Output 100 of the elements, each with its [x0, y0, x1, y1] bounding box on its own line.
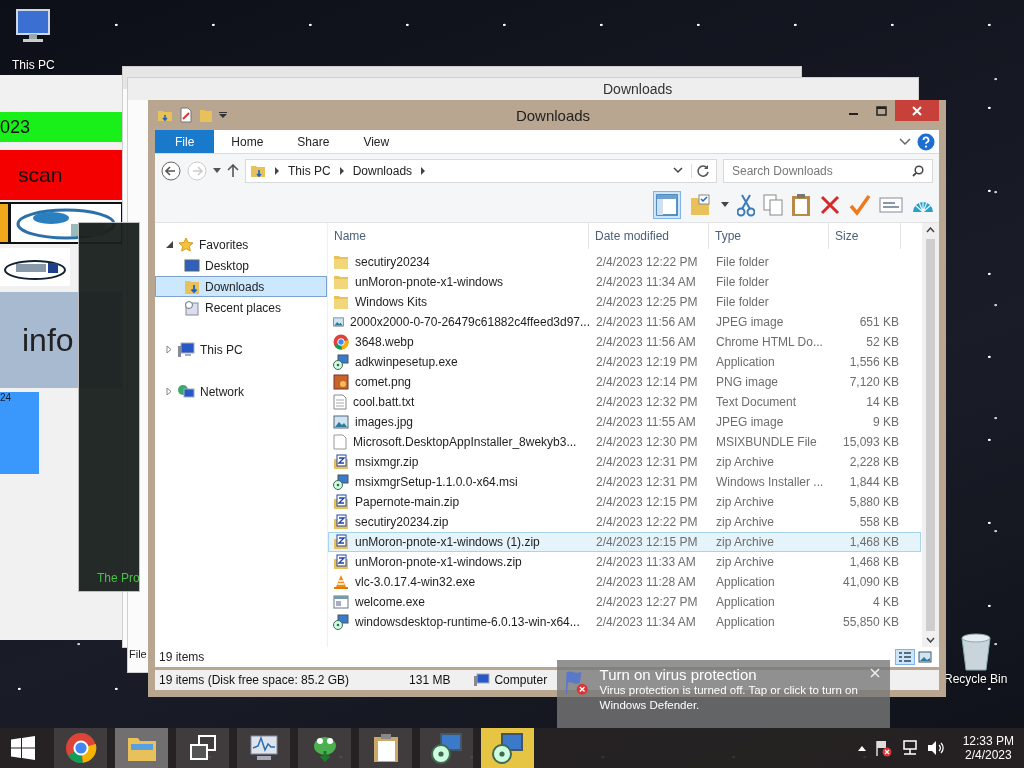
date-cell-text: 2/4/2023 11:33 AM — [595, 555, 697, 569]
nav-item[interactable]: Downloads — [155, 276, 327, 297]
network-icon[interactable] — [900, 740, 919, 756]
scroll-thumb[interactable] — [926, 239, 935, 631]
nav-item[interactable]: Recent places — [155, 297, 327, 318]
show-hidden-icons-icon[interactable] — [856, 744, 867, 752]
chevron-down-icon[interactable] — [673, 167, 683, 175]
file-row[interactable]: cool.batt.txt 2/4/2023 12:32 PM Text Document 14 KB — [328, 392, 921, 412]
close-button[interactable] — [895, 100, 939, 121]
size-cell-text: 5,880 KB — [848, 495, 900, 509]
file-row[interactable]: secutiry20234 2/4/2023 12:22 PM File folder — [328, 252, 921, 272]
column-header[interactable]: Type — [709, 223, 829, 249]
file-row[interactable]: 3648.webp 2/4/2023 11:56 AM Chrome HTML Do... 52 KB — [328, 332, 921, 352]
file-row[interactable]: unMoron-pnote-x1-windows.zip 2/4/2023 11:33 AM zip Archive 1,468 KB — [328, 552, 921, 572]
file-row[interactable]: msixmgrSetup-1.1.0.0-x64.msi 2/4/2023 12:31 PM Windows Installer ... 1,844 KB — [328, 472, 921, 492]
file-row[interactable]: unMoron-pnote-x1-windows (1).zip 2/4/2023 12:15 PM zip Archive 1,468 KB — [328, 532, 921, 552]
taskbar-button[interactable] — [420, 728, 473, 768]
details-view-button[interactable] — [895, 649, 915, 665]
nav-item[interactable]: This PC — [155, 339, 327, 360]
flag-warning-icon[interactable] — [874, 739, 893, 757]
dropdown-icon[interactable] — [213, 168, 221, 174]
file-row[interactable]: Windows Kits 2/4/2023 12:25 PM File folder — [328, 292, 921, 312]
folder-check-icon[interactable] — [689, 193, 713, 217]
taskbar-button[interactable] — [298, 728, 351, 768]
properties-icon[interactable] — [879, 196, 903, 214]
thumbnails-view-button[interactable] — [915, 649, 935, 665]
scrollbar[interactable] — [922, 223, 939, 647]
column-header[interactable]: Name — [328, 223, 589, 249]
file-row[interactable]: msixmgr.zip 2/4/2023 12:31 PM zip Archive 2,228 KB — [328, 452, 921, 472]
dropdown-icon[interactable] — [721, 202, 729, 208]
up-arrow-icon[interactable] — [227, 164, 239, 178]
chevron-right-icon — [274, 167, 280, 175]
size-cell-text: 52 KB — [865, 335, 900, 349]
search-field[interactable]: Search Downloads — [723, 159, 933, 183]
file-row[interactable]: 2000x2000-0-70-26479c61882c4ffeed3d97... 2/4/2023 11:56 AM JPEG image 651 KB — [328, 312, 921, 332]
address-bar[interactable]: This PC Downloads — [245, 159, 717, 183]
item-count: 19 items — [159, 650, 205, 664]
scan-button[interactable]: scan — [0, 150, 125, 200]
file-row[interactable]: adkwinpesetup.exe 2/4/2023 12:19 PM Application 1,556 KB — [328, 352, 921, 372]
file-row[interactable]: Microsoft.DesktopAppInstaller_8wekyb3... 2/4/2023 12:30 PM MSIXBUNDLE File 15,093 KB — [328, 432, 921, 452]
checkmark-icon[interactable] — [849, 194, 871, 216]
help-icon[interactable] — [917, 132, 935, 151]
preview-pane-button[interactable] — [653, 191, 681, 219]
close-icon[interactable] — [870, 668, 880, 678]
breadcrumb[interactable]: Downloads — [352, 164, 413, 178]
ribbon-tab[interactable]: File — [155, 130, 215, 153]
document-icon[interactable] — [179, 107, 193, 123]
date-cell-text: 2/4/2023 12:32 PM — [595, 395, 699, 409]
ribbon-tab[interactable]: View — [346, 130, 407, 153]
ribbon-tab[interactable]: Home — [214, 130, 281, 153]
type-cell-text: Application — [715, 595, 776, 609]
column-header[interactable]: Date modified — [589, 223, 709, 249]
file-name: windowsdesktop-runtime-6.0.13-win-x64... — [355, 615, 580, 629]
scroll-up-icon — [926, 227, 935, 233]
ribbon-tab[interactable]: Share — [280, 130, 347, 153]
chevron-icon[interactable] — [899, 137, 911, 146]
file-row[interactable]: images.jpg 2/4/2023 11:55 AM JPEG image 9 KB — [328, 412, 921, 432]
clock[interactable]: 12:33 PM 2/4/2023 — [962, 734, 1014, 762]
file-row[interactable]: vlc-3.0.17.4-win32.exe 2/4/2023 11:28 AM Application 41,090 KB — [328, 572, 921, 592]
breadcrumb[interactable]: This PC — [288, 164, 331, 178]
list-icon — [898, 651, 912, 663]
image-file-icon — [333, 374, 349, 390]
taskbar-button[interactable] — [54, 728, 107, 768]
zip-archive-icon — [333, 514, 349, 530]
file-row[interactable]: welcome.exe 2/4/2023 12:27 PM Application 4 KB — [328, 592, 921, 612]
app-tile[interactable] — [0, 204, 8, 242]
taskbar-button[interactable] — [481, 728, 534, 768]
date-cell-text: 2/4/2023 12:31 PM — [595, 475, 699, 489]
desktop-icon[interactable]: This PC — [12, 8, 55, 72]
notification-title: Turn on virus protection — [599, 666, 757, 683]
volume-icon[interactable] — [926, 740, 945, 756]
nav-item[interactable]: Favorites — [155, 234, 327, 255]
file-row[interactable]: comet.png 2/4/2023 12:14 PM PNG image 7,120 KB — [328, 372, 921, 392]
file-row[interactable]: secutiry20234.zip 2/4/2023 12:22 PM zip Archive 558 KB — [328, 512, 921, 532]
notification-toast[interactable]: Turn on virus protection Virus protection is turned off. Tap or click to turn on Windows Defender. — [557, 660, 890, 728]
caret-icon[interactable] — [219, 111, 227, 119]
chevron-right-icon — [420, 167, 427, 175]
type-cell-text: Text Document — [715, 395, 798, 409]
back-button[interactable] — [161, 161, 181, 181]
delete-icon[interactable] — [819, 194, 841, 216]
zip-archive-icon — [333, 534, 349, 550]
clock-time: 12:33 PM — [962, 734, 1014, 748]
file-row[interactable]: windowsdesktop-runtime-6.0.13-win-x64... 2/4/2023 11:34 AM Application 55,850 KB — [328, 612, 921, 632]
taskbar-button[interactable] — [237, 728, 290, 768]
maximize-icon — [875, 105, 887, 116]
picture-icon — [918, 651, 932, 663]
clipboard-icon[interactable] — [791, 193, 811, 217]
file-row[interactable]: unMoron-pnote-x1-windows 2/4/2023 11:34 AM File folder — [328, 272, 921, 292]
refresh-icon[interactable] — [691, 164, 710, 178]
file-name: 2000x2000-0-70-26479c61882c4ffeed3d97... — [350, 315, 590, 329]
file-name: Papernote-main.zip — [355, 495, 460, 509]
minimize-icon — [848, 112, 858, 115]
search-icon[interactable] — [912, 165, 924, 177]
nav-item[interactable]: Desktop — [155, 255, 327, 276]
nav-item[interactable]: Network — [155, 381, 327, 402]
column-header[interactable]: Size — [829, 223, 901, 249]
taskbar-button[interactable] — [359, 728, 412, 768]
scissors-icon[interactable] — [737, 193, 755, 217]
file-row[interactable]: Papernote-main.zip 2/4/2023 12:15 PM zip Archive 5,880 KB — [328, 492, 921, 512]
taskbar-button[interactable] — [176, 728, 229, 768]
